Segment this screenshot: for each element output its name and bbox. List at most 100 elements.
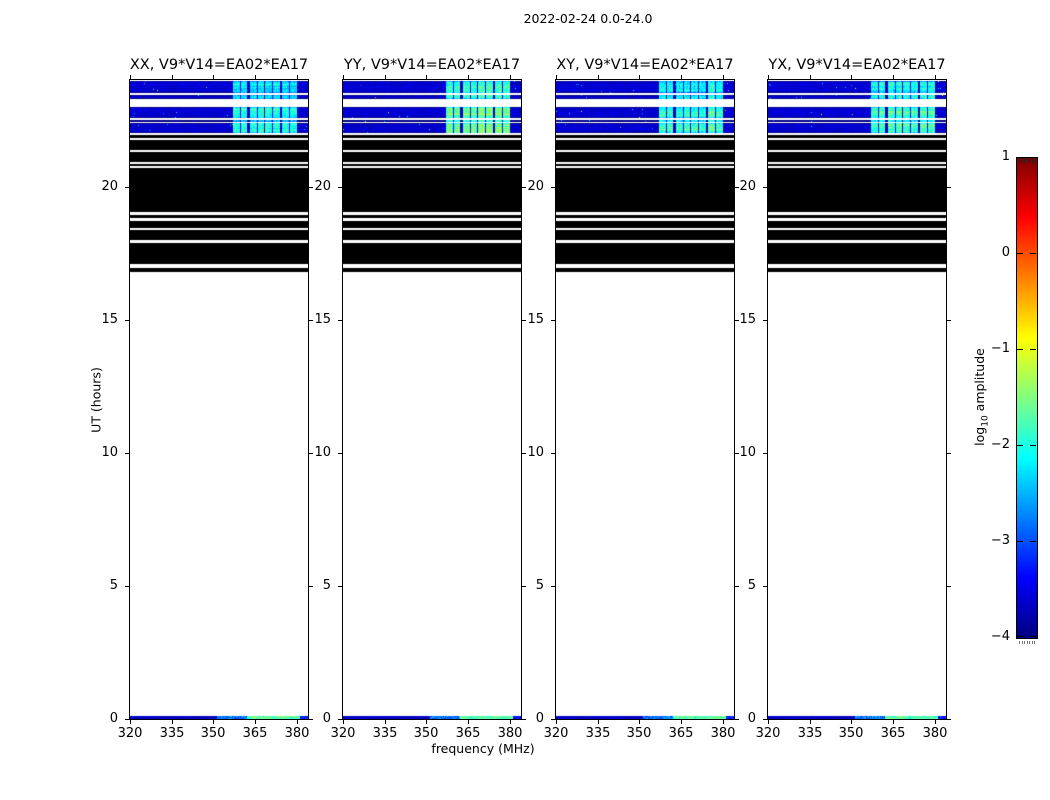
x-tick-yy-335 — [385, 720, 386, 724]
x-tick-top-yx-365 — [893, 75, 894, 79]
y-axis-label: UT (hours) — [89, 367, 104, 433]
x-tick-xy-350 — [639, 720, 640, 724]
y-tick-right-yx-5 — [947, 586, 951, 587]
x-tick-yx-320 — [768, 720, 769, 724]
colorbar-minor-tick-bottom — [1027, 641, 1028, 644]
y-tick-xy-20 — [551, 187, 555, 188]
x-tick-top-xx-350 — [213, 75, 214, 79]
y-tick-yy-10 — [338, 453, 342, 454]
colorbar-minor-tick-bottom — [1032, 641, 1033, 644]
panel-title-yx: YX, V9*V14=EA02*EA17 — [768, 57, 945, 73]
y-tick-label-yy-10: 10 — [281, 446, 331, 460]
colorbar — [1016, 157, 1038, 639]
x-tick-top-xx-335 — [172, 75, 173, 79]
figure-container: 2022-02-24 0.0-24.0 frequency (MHz) UT (… — [0, 0, 1050, 800]
y-tick-xx-20 — [125, 187, 129, 188]
y-tick-label-xy-5: 5 — [494, 579, 544, 593]
y-tick-yx-20 — [763, 187, 767, 188]
colorbar-minor-tick-bottom — [1024, 641, 1025, 644]
x-tick-top-yy-335 — [385, 75, 386, 79]
y-tick-xx-5 — [125, 586, 129, 587]
spectrogram-panel-xx — [129, 79, 309, 720]
x-tick-top-yx-320 — [768, 75, 769, 79]
x-tick-label-xy-380: 380 — [698, 727, 748, 741]
colorbar-minor-tick-bottom — [1019, 641, 1020, 644]
x-tick-xx-365 — [255, 720, 256, 724]
x-tick-yy-320 — [343, 720, 344, 724]
x-tick-label-xx-380: 380 — [272, 727, 322, 741]
x-tick-xy-320 — [556, 720, 557, 724]
colorbar-tick-label--2: −2 — [970, 438, 1010, 452]
colorbar-tick-right-0 — [1030, 253, 1036, 254]
colorbar-gradient — [1017, 158, 1037, 638]
colorbar-tick-right--2 — [1030, 445, 1036, 446]
spectrogram-canvas-xy — [556, 80, 734, 719]
x-tick-xx-335 — [172, 720, 173, 724]
spectrogram-panel-xy — [555, 79, 735, 720]
x-tick-top-xy-380 — [723, 75, 724, 79]
colorbar-tick-left--3 — [1017, 541, 1023, 542]
colorbar-tick-left--4 — [1017, 636, 1023, 637]
x-tick-top-yx-380 — [935, 75, 936, 79]
colorbar-tick-right--3 — [1030, 541, 1036, 542]
y-tick-label-yx-0: 0 — [706, 712, 756, 726]
y-tick-label-xx-15: 15 — [68, 313, 118, 327]
y-tick-label-yy-15: 15 — [281, 313, 331, 327]
x-tick-top-yy-350 — [426, 75, 427, 79]
x-tick-xx-320 — [130, 720, 131, 724]
x-tick-yx-380 — [935, 720, 936, 724]
y-tick-yx-0 — [763, 719, 767, 720]
y-tick-label-xy-15: 15 — [494, 313, 544, 327]
spectrogram-canvas-yx — [768, 80, 946, 719]
colorbar-tick-left-0 — [1017, 253, 1023, 254]
colorbar-minor-tick-top — [1032, 158, 1033, 163]
colorbar-tick-right--1 — [1030, 349, 1036, 350]
x-tick-label-yy-380: 380 — [485, 727, 535, 741]
colorbar-minor-tick-bottom — [1029, 641, 1030, 644]
y-tick-label-xy-0: 0 — [494, 712, 544, 726]
x-tick-xy-335 — [598, 720, 599, 724]
x-tick-top-yy-320 — [343, 75, 344, 79]
y-tick-right-yx-15 — [947, 320, 951, 321]
colorbar-label-subscript: 10 — [980, 415, 990, 426]
y-tick-xy-10 — [551, 453, 555, 454]
y-tick-xx-15 — [125, 320, 129, 321]
y-tick-label-yx-5: 5 — [706, 579, 756, 593]
colorbar-label-suffix: amplitude — [972, 348, 987, 415]
y-tick-label-yy-5: 5 — [281, 579, 331, 593]
x-tick-yy-350 — [426, 720, 427, 724]
y-tick-xy-15 — [551, 320, 555, 321]
x-tick-top-xx-380 — [297, 75, 298, 79]
y-tick-yx-15 — [763, 320, 767, 321]
y-tick-label-yy-0: 0 — [281, 712, 331, 726]
y-tick-right-yx-10 — [947, 453, 951, 454]
x-tick-top-xx-365 — [255, 75, 256, 79]
y-tick-label-xx-20: 20 — [68, 180, 118, 194]
x-tick-top-yy-365 — [468, 75, 469, 79]
y-tick-yy-0 — [338, 719, 342, 720]
colorbar-tick-label--1: −1 — [970, 342, 1010, 356]
x-tick-top-xy-320 — [556, 75, 557, 79]
spectrogram-panel-yx — [767, 79, 947, 720]
x-tick-label-yx-380: 380 — [910, 727, 960, 741]
y-tick-label-yx-15: 15 — [706, 313, 756, 327]
y-tick-label-xy-20: 20 — [494, 180, 544, 194]
x-tick-top-yx-335 — [810, 75, 811, 79]
y-tick-xx-10 — [125, 453, 129, 454]
colorbar-tick-label-0: 0 — [970, 246, 1010, 260]
y-tick-yy-20 — [338, 187, 342, 188]
x-tick-top-yx-350 — [851, 75, 852, 79]
panel-title-xy: XY, V9*V14=EA02*EA17 — [556, 57, 733, 73]
spectrogram-panel-yy — [342, 79, 522, 720]
y-tick-xx-0 — [125, 719, 129, 720]
y-tick-label-xx-0: 0 — [68, 712, 118, 726]
colorbar-minor-tick-top — [1024, 158, 1025, 163]
x-tick-top-xy-350 — [639, 75, 640, 79]
y-tick-yx-10 — [763, 453, 767, 454]
spectrogram-canvas-yy — [343, 80, 521, 719]
colorbar-minor-tick-top — [1022, 158, 1023, 163]
panel-title-yy: YY, V9*V14=EA02*EA17 — [344, 57, 520, 73]
y-tick-yy-5 — [338, 586, 342, 587]
colorbar-tick-label--3: −3 — [970, 534, 1010, 548]
colorbar-tick-label-1: 1 — [970, 150, 1010, 164]
